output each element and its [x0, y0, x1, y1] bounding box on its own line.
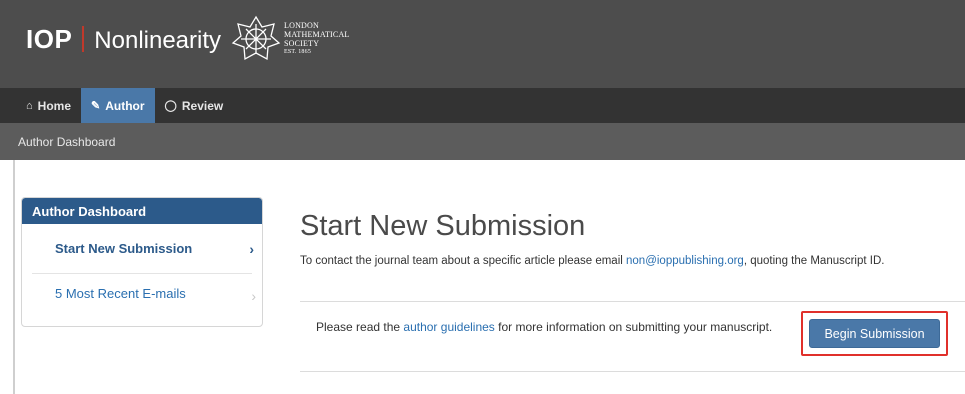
- lms-line-3: SOCIETY: [284, 39, 320, 48]
- contact-email-link[interactable]: non@ioppublishing.org: [626, 255, 744, 267]
- author-dashboard-sidebar: Author Dashboard Start New Submission › …: [21, 197, 263, 327]
- contact-text: To contact the journal team about a spec…: [300, 255, 884, 267]
- lms-logo: LONDON MATHEMATICAL SOCIETY EST. 1865: [231, 14, 350, 64]
- breadcrumb: Author Dashboard: [18, 134, 116, 149]
- sidebar-title: Author Dashboard: [22, 198, 262, 224]
- nav-item-label: Review: [181, 98, 224, 113]
- journal-name: Nonlinearity: [94, 27, 222, 54]
- nav-item-label: Home: [37, 98, 71, 113]
- brand-separator: [82, 26, 85, 52]
- lms-wordmark: LONDON MATHEMATICAL SOCIETY EST. 1865: [284, 21, 350, 57]
- lms-emblem-icon: [231, 15, 281, 61]
- divider: [300, 301, 965, 302]
- iop-logo-text: IOP: [26, 24, 73, 54]
- begin-submission-button[interactable]: Begin Submission: [809, 319, 940, 348]
- sidebar-item-start-new-submission[interactable]: Start New Submission ›: [32, 224, 254, 274]
- guidelines-text: Please read the author guidelines for mo…: [316, 319, 776, 336]
- home-icon: ⌂: [26, 99, 33, 112]
- nav-item-home[interactable]: ⌂ Home: [16, 88, 81, 123]
- nav-item-review[interactable]: ◯ Review: [155, 88, 234, 123]
- speech-bubble-icon: ◯: [164, 100, 177, 112]
- main-nav: ⌂ Home ✎ Author ◯ Review: [0, 88, 965, 123]
- author-guidelines-link[interactable]: author guidelines: [403, 320, 494, 334]
- sidebar-item-label: 5 Most Recent E-mails: [55, 286, 186, 301]
- chevron-right-icon: ›: [251, 288, 256, 304]
- nav-item-label: Author: [105, 98, 145, 113]
- sidebar-item-recent-emails[interactable]: 5 Most Recent E-mails ›: [22, 274, 262, 318]
- breadcrumb-bar: Author Dashboard: [0, 123, 965, 160]
- lms-line-1: LONDON: [284, 21, 319, 30]
- guide-suffix: for more information on submitting your …: [494, 320, 773, 334]
- contact-prefix: To contact the journal team about a spec…: [300, 255, 627, 267]
- nav-item-author[interactable]: ✎ Author: [81, 88, 155, 123]
- guide-prefix: Please read the: [316, 320, 404, 334]
- chevron-right-icon: ›: [249, 240, 254, 257]
- divider: [300, 371, 965, 372]
- page-title: Start New Submission: [300, 210, 586, 242]
- pencil-icon: ✎: [91, 100, 101, 112]
- contact-suffix: , quoting the Manuscript ID.: [743, 255, 885, 267]
- lms-line-4: EST. 1865: [284, 49, 312, 55]
- site-header: IOP Nonlinearity LONDON MATHEMATICAL SOC…: [0, 0, 965, 88]
- sidebar-item-label: Start New Submission: [55, 241, 193, 256]
- content-border: [13, 160, 15, 394]
- lms-line-2: MATHEMATICAL: [284, 30, 350, 39]
- journal-brand[interactable]: IOP Nonlinearity: [26, 22, 221, 55]
